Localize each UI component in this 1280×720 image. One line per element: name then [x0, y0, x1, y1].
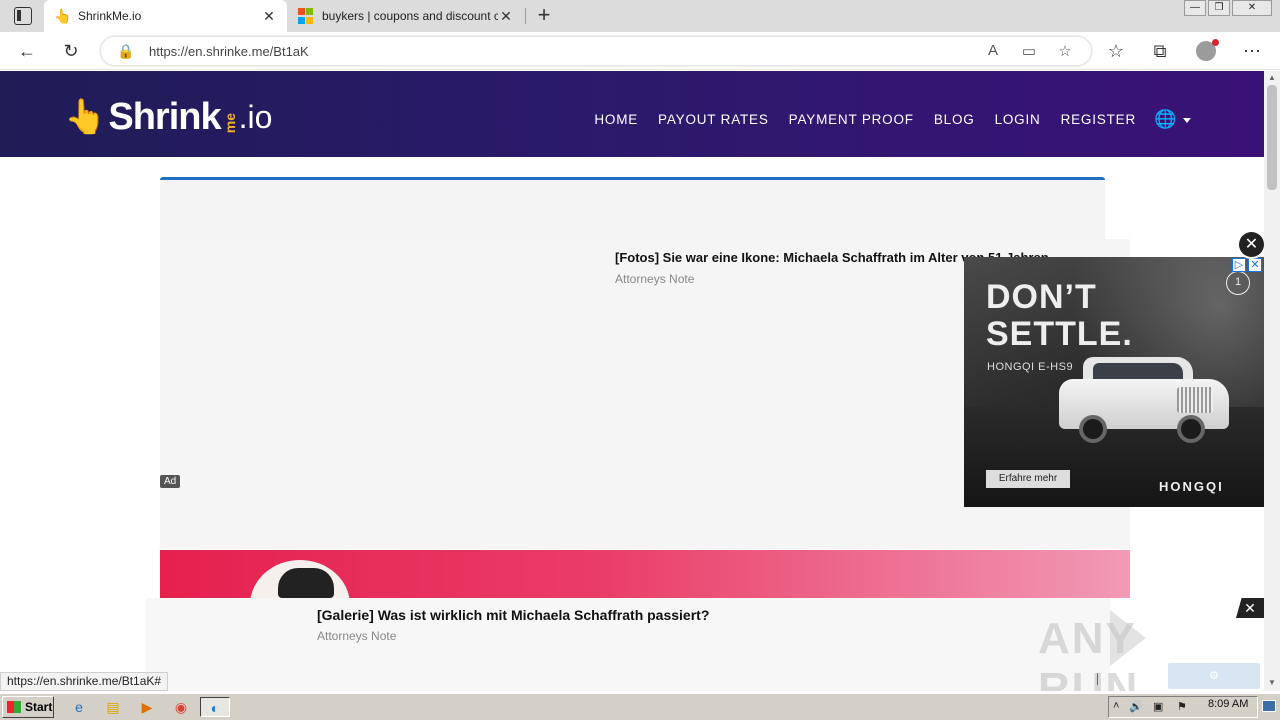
refresh-icon[interactable]: ↻: [60, 40, 82, 62]
read-aloud-icon[interactable]: A: [983, 42, 1003, 59]
microsoft-favicon-icon: [298, 8, 314, 24]
nav-home[interactable]: HOME: [594, 112, 638, 127]
tab-close-icon[interactable]: ✕: [261, 8, 277, 25]
video-ad-headline-line1: DON’T: [986, 278, 1097, 316]
privacy-settings-gear-icon[interactable]: ⚙: [1168, 663, 1260, 689]
nav-blog[interactable]: BLOG: [934, 112, 975, 127]
close-video-ad-icon[interactable]: ✕: [1239, 232, 1264, 257]
tab-title: buykers | coupons and discount c: [322, 9, 498, 23]
main-nav: HOME PAYOUT RATES PAYMENT PROOF BLOG LOG…: [594, 112, 1136, 127]
address-bar[interactable]: 🔒 https://en.shrinke.me/Bt1aK A ▭ ☆: [100, 36, 1092, 66]
nav-register[interactable]: REGISTER: [1061, 112, 1136, 127]
nav-payout-rates[interactable]: PAYOUT RATES: [658, 112, 769, 127]
watermark-play-icon: [1110, 610, 1146, 666]
edge-icon[interactable]: ◐: [200, 697, 230, 717]
ad-badge: Ad: [160, 475, 181, 488]
video-ad-brand: HONGQI: [1159, 479, 1224, 494]
url-text[interactable]: https://en.shrinke.me/Bt1aK: [149, 44, 309, 59]
tab-bar: 👆 ShrinkMe.io ✕ buykers | coupons and di…: [0, 0, 1280, 32]
chevron-down-icon[interactable]: [1183, 118, 1191, 123]
logo-me: me: [221, 112, 238, 133]
minimize-icon[interactable]: —: [1184, 0, 1206, 16]
pink-banner-ad[interactable]: [160, 550, 1130, 600]
status-bar-url: https://en.shrinke.me/Bt1aK#: [0, 672, 169, 691]
scroll-up-icon[interactable]: ▲: [1264, 73, 1280, 82]
internet-explorer-icon[interactable]: e: [68, 697, 90, 717]
tab-actions-icon[interactable]: [14, 7, 32, 25]
network-icon[interactable]: ▣: [1153, 700, 1163, 713]
tray-expand-icon[interactable]: ˄: [1113, 700, 1119, 712]
scroll-thumb[interactable]: [1267, 85, 1277, 190]
hand-pointer-icon: 👆: [64, 98, 107, 136]
show-desktop-icon[interactable]: [1262, 700, 1276, 712]
tab-buykers[interactable]: buykers | coupons and discount c ✕: [288, 0, 524, 32]
favorites-icon[interactable]: ☆: [1105, 40, 1127, 62]
page-scrollbar[interactable]: ▲ ▼: [1264, 71, 1280, 691]
nav-payment-proof[interactable]: PAYMENT PROOF: [789, 112, 914, 127]
language-icon[interactable]: 🌐: [1154, 109, 1176, 130]
flag-icon[interactable]: ⚑: [1177, 700, 1187, 713]
video-ad-headline-line2: SETTLE.: [986, 315, 1133, 353]
video-ad-headline: DON’T SETTLE.: [986, 279, 1133, 353]
taskbar: Start e ▤ ▶ ◉ ◐ ˄ 🔊 ▣ ⚑ 8:09 AM: [0, 693, 1280, 720]
learn-more-button[interactable]: Erfahre mehr: [986, 470, 1070, 488]
more-menu-icon[interactable]: ⋯: [1241, 40, 1263, 62]
collections-icon[interactable]: ⧉: [1149, 40, 1171, 62]
car-image: [1059, 357, 1229, 443]
immersive-reader-icon[interactable]: ▭: [1019, 42, 1039, 60]
shrinkme-favicon-icon: 👆: [54, 8, 72, 24]
tab-title: ShrinkMe.io: [78, 9, 142, 23]
file-explorer-icon[interactable]: ▤: [102, 697, 124, 717]
logo-word: Shrink: [108, 96, 221, 138]
nav-login[interactable]: LOGIN: [995, 112, 1041, 127]
lock-icon[interactable]: 🔒: [117, 43, 134, 60]
tab-close-icon[interactable]: ✕: [498, 8, 514, 25]
ad-counter: 1: [1226, 271, 1250, 295]
tab-shrinkme[interactable]: 👆 ShrinkMe.io ✕: [44, 0, 287, 32]
video-ad[interactable]: DON’T SETTLE. HONGQI E-HS9 Erfahre mehr …: [964, 257, 1264, 507]
text-cursor: [1097, 673, 1098, 685]
ad-source[interactable]: Attorneys Note: [615, 272, 694, 286]
volume-icon[interactable]: 🔊: [1129, 700, 1143, 713]
watermark-right: RUN: [1038, 664, 1140, 691]
start-button[interactable]: Start: [2, 696, 54, 718]
new-tab-button[interactable]: +: [534, 4, 554, 26]
adchoices-icon[interactable]: ▷: [1232, 258, 1246, 272]
media-player-icon[interactable]: ▶: [136, 697, 158, 717]
logo-io: .io: [238, 99, 273, 135]
profile-avatar[interactable]: [1196, 39, 1219, 61]
site-logo[interactable]: 👆 Shrink me .io: [64, 89, 272, 139]
sticky-bottom-ad[interactable]: [Galerie] Was ist wirklich mit Michaela …: [0, 598, 1264, 691]
ad-close-icon[interactable]: ✕: [1248, 258, 1262, 272]
page-viewport: 👆 Shrink me .io HOME PAYOUT RATES PAYMEN…: [0, 71, 1264, 691]
tab-separator: [525, 8, 526, 24]
chrome-icon[interactable]: ◉: [170, 697, 192, 717]
restore-icon[interactable]: ❐: [1208, 0, 1230, 16]
navigation-bar: ← ↻ 🔒 https://en.shrinke.me/Bt1aK A ▭ ☆ …: [0, 32, 1280, 70]
bottom-ad-source[interactable]: Attorneys Note: [317, 629, 396, 643]
site-header: 👆 Shrink me .io HOME PAYOUT RATES PAYMEN…: [0, 71, 1264, 157]
clock[interactable]: 8:09 AM: [1208, 698, 1248, 710]
scroll-down-icon[interactable]: ▼: [1264, 678, 1280, 687]
close-window-icon[interactable]: ✕: [1232, 0, 1272, 16]
bottom-ad-headline[interactable]: [Galerie] Was ist wirklich mit Michaela …: [317, 607, 709, 623]
add-favorite-icon[interactable]: ☆: [1055, 42, 1075, 60]
back-icon[interactable]: ←: [16, 40, 38, 62]
